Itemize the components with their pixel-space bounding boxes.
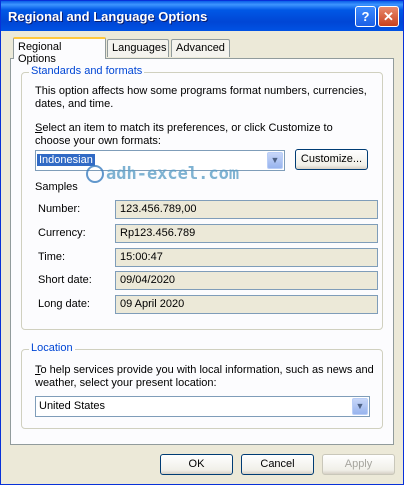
sample-short-date-field: 09/04/2020 [115,271,378,290]
tab-languages[interactable]: Languages [107,39,169,57]
standards-description: This option affects how some programs fo… [35,85,367,110]
window-title: Regional and Language Options [8,9,208,24]
chevron-down-icon[interactable]: ▼ [352,398,368,415]
location-select-value: United States [39,400,106,412]
location-description: To help services provide you with local … [35,364,374,389]
location-group-title: Location [29,342,75,354]
tab-panel: Standards and formats This option affect… [10,58,394,445]
chevron-down-icon[interactable]: ▼ [267,152,283,169]
ok-button[interactable]: OK [160,454,233,475]
close-button[interactable]: ✕ [378,6,399,27]
apply-button[interactable]: Apply [322,454,395,475]
watermark-logo-icon [86,165,104,183]
help-button[interactable]: ? [355,6,376,27]
dialog-window: Regional and Language Options ? ✕ Region… [0,0,404,485]
sample-label: Currency: [38,227,86,239]
title-bar[interactable]: Regional and Language Options ? ✕ [1,1,403,31]
sample-currency-field: Rp123.456.789 [115,224,378,243]
sample-label: Short date: [38,274,92,286]
customize-button[interactable]: Customize... [295,149,368,170]
standards-group-title: Standards and formats [29,65,145,77]
samples-label: Samples [35,181,78,193]
close-icon: ✕ [383,9,394,24]
sample-number-field: 123.456.789,00 [115,200,378,219]
help-icon: ? [361,9,370,24]
location-group: Location To help services provide you wi… [21,342,383,429]
tab-regional-options[interactable]: Regional Options [13,37,106,65]
location-select[interactable]: United States ▼ [35,396,370,417]
sample-label: Long date: [38,298,90,310]
standards-instruction: Select an item to match its preferences,… [35,122,333,147]
standards-group: Standards and formats This option affect… [21,65,383,330]
sample-label: Number: [38,203,81,215]
sample-long-date-field: 09 April 2020 [115,295,378,314]
sample-label: Time: [38,251,66,263]
watermark: adh-excel.com [86,164,239,184]
cancel-button[interactable]: Cancel [241,454,314,475]
tab-advanced[interactable]: Advanced [171,39,230,57]
sample-time-field: 15:00:47 [115,248,378,267]
